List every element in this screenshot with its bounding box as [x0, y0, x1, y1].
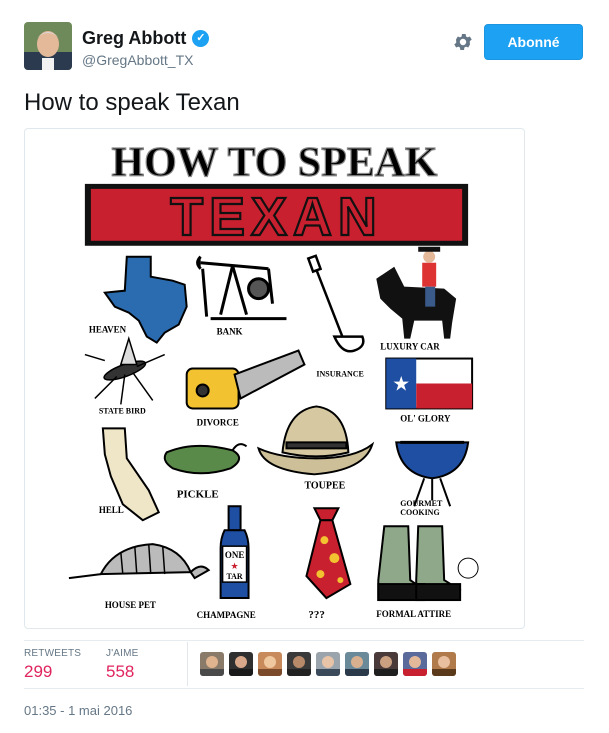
likes-label: J'AIME [106, 648, 139, 659]
armadillo-illustration [68, 543, 211, 580]
beer-bottle-illustration: ONE ★ TAR [219, 505, 250, 600]
user-name[interactable]: Greg Abbott [82, 28, 186, 49]
liker-avatar[interactable] [374, 652, 398, 676]
retweets-label: RETWEETS [24, 648, 82, 659]
mosquito-illustration [84, 336, 166, 405]
user-handle[interactable]: @GregAbbott_TX [82, 52, 194, 68]
label-bank: BANK [217, 327, 243, 337]
label-pickle: PICKLE [177, 488, 219, 500]
label-question: ??? [308, 609, 324, 621]
tweet-timestamp[interactable]: 01:35 - 1 mai 2016 [24, 703, 132, 718]
texas-flag-illustration: ★ [385, 357, 474, 410]
label-gourmet: GOURMET [400, 499, 443, 508]
jalapeno-illustration [163, 443, 248, 475]
user-name-row[interactable]: Greg Abbott ✓ [82, 28, 210, 49]
retweets-count: 299 [24, 662, 53, 681]
retweets-stat[interactable]: RETWEETS 299 [24, 648, 81, 682]
chainsaw-illustration [185, 349, 306, 410]
tweet-image[interactable]: HOW TO SPEAK TEXAN HEAVEN BANK INSURANCE [24, 128, 525, 629]
liker-avatar[interactable] [432, 652, 456, 676]
follow-button[interactable]: Abonné [484, 24, 583, 60]
bbq-grill-illustration [395, 440, 470, 507]
liker-avatar[interactable] [258, 652, 282, 676]
label-toupee: TOUPEE [304, 480, 345, 491]
svg-text:★: ★ [392, 373, 410, 395]
label-formal-attire: FORMAL ATTIRE [376, 609, 451, 619]
svg-text:★: ★ [231, 561, 239, 571]
likes-stat[interactable]: J'AIME 558 [106, 648, 139, 682]
bottle-label-one: ONE [225, 550, 244, 560]
verified-badge-icon: ✓ [192, 30, 210, 47]
label-champagne: CHAMPAGNE [197, 610, 256, 620]
artist-stamp [457, 557, 479, 579]
stats-separator [187, 642, 188, 686]
stats-divider-bottom [24, 688, 584, 689]
label-heaven: HEAVEN [89, 325, 127, 335]
image-title-top: HOW TO SPEAK [111, 140, 437, 186]
liker-avatar[interactable] [403, 652, 427, 676]
label-hell: HELL [99, 505, 124, 515]
image-title-main: TEXAN [170, 187, 383, 247]
bottle-label-tar: TAR [226, 572, 242, 581]
likes-count: 558 [106, 662, 135, 681]
label-divorce: DIVORCE [197, 417, 239, 427]
liker-avatar[interactable] [229, 652, 253, 676]
shovel-illustration [306, 254, 365, 353]
liker-avatar[interactable] [287, 652, 311, 676]
pumpjack-illustration [196, 255, 287, 321]
label-ol-glory: OL' GLORY [400, 413, 451, 423]
necktie-illustration [305, 507, 352, 600]
tweet-text: How to speak Texan [24, 89, 240, 116]
cowboy-boots-illustration [377, 525, 462, 602]
avatar[interactable] [24, 22, 72, 70]
liker-avatars [200, 652, 456, 676]
label-house-pet: HOUSE PET [105, 600, 156, 610]
gear-icon[interactable] [452, 31, 474, 53]
label-state-bird: STATE BIRD [99, 406, 146, 415]
liker-avatar[interactable] [345, 652, 369, 676]
liker-avatar[interactable] [316, 652, 340, 676]
liker-avatar[interactable] [200, 652, 224, 676]
cowboy-hat-illustration [257, 405, 375, 476]
label-luxury-car: LUXURY CAR [380, 342, 440, 352]
label-cooking: COOKING [400, 508, 439, 517]
horse-rider-illustration [376, 246, 457, 339]
stats-divider-top [24, 640, 584, 641]
label-insurance: INSURANCE [316, 370, 363, 379]
